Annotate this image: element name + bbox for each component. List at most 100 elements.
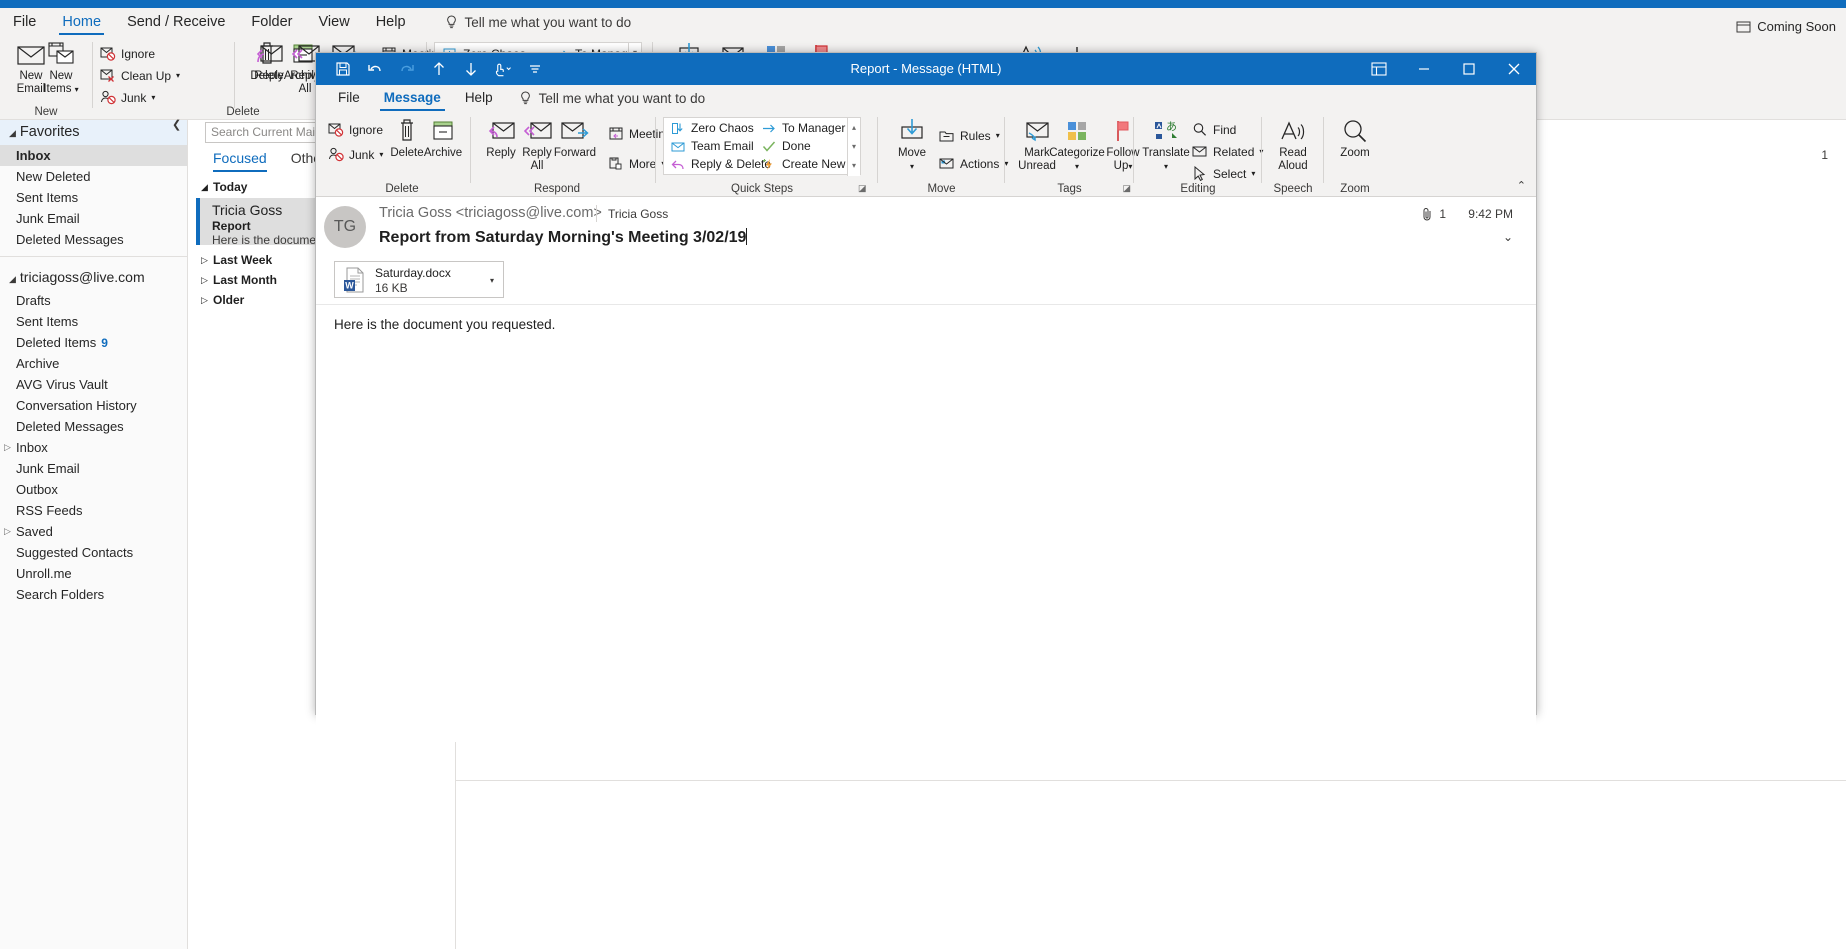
tab-home[interactable]: Home bbox=[49, 8, 114, 36]
sidebar-item-new-deleted[interactable]: New Deleted bbox=[0, 166, 187, 187]
tab-folder[interactable]: Folder bbox=[238, 8, 305, 36]
archive-button[interactable]: Archive bbox=[414, 117, 472, 160]
collapse-ribbon-icon[interactable]: ⌃ bbox=[1517, 179, 1526, 192]
message-timestamp: 9:42 PM bbox=[1468, 207, 1513, 221]
sidebar-item-deleted-messages[interactable]: Deleted Messages bbox=[0, 416, 187, 437]
more-label: More bbox=[629, 156, 657, 171]
sidebar-item-saved[interactable]: ▷ Saved bbox=[0, 521, 187, 542]
find-label: Find bbox=[1213, 122, 1237, 137]
attachment-item[interactable]: W Saturday.docx 16 KB ▾ bbox=[334, 261, 504, 298]
favorites-label: Favorites bbox=[19, 124, 80, 140]
tab-send-receive[interactable]: Send / Receive bbox=[114, 8, 238, 36]
tell-me-search[interactable]: Tell me what you want to do bbox=[445, 15, 631, 30]
expand-header-icon[interactable]: ⌄ bbox=[1503, 230, 1513, 244]
quick-step-zero-chaos[interactable]: Zero Chaos bbox=[671, 121, 754, 135]
svg-text:W: W bbox=[345, 280, 354, 290]
close-icon[interactable] bbox=[1491, 53, 1536, 85]
quick-steps-scrollbar[interactable]: ▴ ▾ ▾ bbox=[847, 118, 860, 176]
ribbon-group-move: Move ▾ Rules ▾ Actions ▾ Move bbox=[879, 111, 1008, 197]
quick-step-to-manager[interactable]: To Manager bbox=[762, 121, 845, 135]
sidebar-item-inbox[interactable]: ▷ Inbox bbox=[0, 437, 187, 458]
sidebar-item-sent-items[interactable]: Sent Items bbox=[0, 311, 187, 332]
scroll-up-icon[interactable]: ▴ bbox=[848, 118, 860, 137]
message-body-text[interactable]: Here is the document you requested. bbox=[334, 317, 555, 332]
junk-button[interactable]: Junk ▾ bbox=[328, 144, 383, 165]
sidebar-item-archive[interactable]: Archive bbox=[0, 353, 187, 374]
search-icon bbox=[1192, 122, 1208, 137]
read-aloud-icon bbox=[1277, 117, 1309, 147]
expand-triangle-icon[interactable]: ▷ bbox=[201, 251, 208, 269]
expand-triangle-icon[interactable]: ▷ bbox=[4, 437, 11, 458]
zoom-button[interactable]: Zoom bbox=[1326, 117, 1384, 160]
find-button[interactable]: Find bbox=[1192, 119, 1236, 140]
new-items-button[interactable]: New Items ▾ bbox=[32, 40, 90, 96]
account-header[interactable]: ◢ triciagoss@live.com bbox=[0, 265, 187, 290]
sidebar-item-sent-items-favorite[interactable]: Sent Items bbox=[0, 187, 187, 208]
tab-file[interactable]: File bbox=[326, 85, 372, 111]
scroll-down-icon[interactable]: ▾ bbox=[848, 137, 860, 156]
ribbon-display-options-icon[interactable] bbox=[1356, 53, 1401, 85]
tab-file[interactable]: File bbox=[0, 8, 49, 36]
sidebar-item-rss-feeds[interactable]: RSS Feeds bbox=[0, 500, 187, 521]
related-icon bbox=[1192, 144, 1208, 159]
sidebar-item-deleted-messages-favorite[interactable]: Deleted Messages bbox=[0, 229, 187, 250]
sidebar-item-drafts[interactable]: Drafts bbox=[0, 290, 187, 311]
tab-view[interactable]: View bbox=[306, 8, 363, 36]
group-label-respond: Respond bbox=[533, 183, 581, 195]
group-label-move: Move bbox=[927, 183, 956, 195]
sidebar-item-junk-email-favorite[interactable]: Junk Email bbox=[0, 208, 187, 229]
favorites-header[interactable]: ◢ Favorites bbox=[0, 120, 187, 145]
expand-triangle-icon[interactable]: ▷ bbox=[4, 521, 11, 542]
ignore-button[interactable]: Ignore bbox=[100, 43, 155, 64]
tell-me-search[interactable]: Tell me what you want to do bbox=[519, 91, 705, 106]
tags-dialog-launcher[interactable]: ◪ bbox=[1122, 183, 1131, 194]
sidebar-item-search-folders[interactable]: Search Folders bbox=[0, 584, 187, 605]
move-button[interactable]: Move ▾ bbox=[883, 117, 941, 173]
quick-steps-dialog-launcher[interactable]: ◪ bbox=[858, 183, 867, 194]
collapse-pane-icon[interactable]: ❮ bbox=[172, 118, 181, 131]
sidebar-item-avg-virus-vault[interactable]: AVG Virus Vault bbox=[0, 374, 187, 395]
quick-steps-more-icon[interactable]: ▾ bbox=[848, 156, 860, 175]
tab-help[interactable]: Help bbox=[453, 85, 505, 111]
expand-triangle-icon[interactable]: ▷ bbox=[201, 271, 208, 289]
tab-help[interactable]: Help bbox=[363, 8, 419, 36]
folder-navigation-pane: ◢ Favorites Inbox New Deleted Sent Items … bbox=[0, 120, 188, 949]
actions-button[interactable]: Actions ▾ bbox=[939, 153, 1008, 174]
sidebar-item-junk-email[interactable]: Junk Email bbox=[0, 458, 187, 479]
select-button[interactable]: Select ▾ bbox=[1192, 163, 1255, 184]
junk-button[interactable]: Junk ▾ bbox=[100, 87, 155, 108]
attachment-dropdown-icon[interactable]: ▾ bbox=[490, 276, 494, 285]
tab-message[interactable]: Message bbox=[372, 85, 453, 111]
related-button[interactable]: Related▾ bbox=[1192, 141, 1263, 162]
quick-step-team-email[interactable]: Team Email bbox=[671, 139, 754, 153]
rules-button[interactable]: Rules ▾ bbox=[939, 125, 1000, 146]
forward-button[interactable]: Forward bbox=[544, 117, 606, 160]
forward-label: Forward bbox=[553, 147, 597, 159]
sidebar-item-deleted-items[interactable]: Deleted Items 9 bbox=[0, 332, 187, 353]
quick-step-reply-delete[interactable]: Reply & Delete bbox=[671, 157, 771, 171]
reading-pane-divider bbox=[456, 780, 1846, 781]
translate-button[interactable]: あ Translate ▾ bbox=[1137, 117, 1195, 173]
read-aloud-button[interactable]: Read Aloud bbox=[1264, 117, 1322, 173]
coming-soon-toggle[interactable]: Coming Soon bbox=[1736, 19, 1836, 34]
sidebar-item-inbox-favorite[interactable]: Inbox bbox=[0, 145, 187, 166]
quick-step-create-new[interactable]: Create New bbox=[762, 157, 845, 171]
ignore-button[interactable]: Ignore bbox=[328, 119, 383, 140]
expand-triangle-icon[interactable]: ▷ bbox=[201, 291, 208, 309]
sidebar-item-unroll-me[interactable]: Unroll.me bbox=[0, 563, 187, 584]
collapse-triangle-icon[interactable]: ◢ bbox=[9, 128, 16, 138]
sidebar-item-outbox[interactable]: Outbox bbox=[0, 479, 187, 500]
message-subject-field[interactable]: Report from Saturday Morning's Meeting 3… bbox=[379, 228, 748, 247]
collapse-triangle-icon[interactable]: ◢ bbox=[9, 274, 16, 284]
sidebar-item-suggested-contacts[interactable]: Suggested Contacts bbox=[0, 542, 187, 563]
quick-steps-gallery[interactable]: Zero Chaos To Manager Team Email Done Re… bbox=[663, 117, 861, 176]
sidebar-item-conversation-history[interactable]: Conversation History bbox=[0, 395, 187, 416]
maximize-icon[interactable] bbox=[1446, 53, 1491, 85]
collapse-triangle-icon[interactable]: ◢ bbox=[201, 178, 208, 196]
minimize-icon[interactable] bbox=[1401, 53, 1446, 85]
attachment-count-background: 1 bbox=[1821, 148, 1828, 162]
tab-focused[interactable]: Focused bbox=[213, 150, 267, 172]
clean-up-button[interactable]: Clean Up ▾ bbox=[100, 65, 180, 86]
quick-step-done[interactable]: Done bbox=[762, 139, 811, 153]
ribbon-group-delete: Ignore Clean Up ▾ Junk ▾ Delete Archive … bbox=[93, 36, 322, 120]
